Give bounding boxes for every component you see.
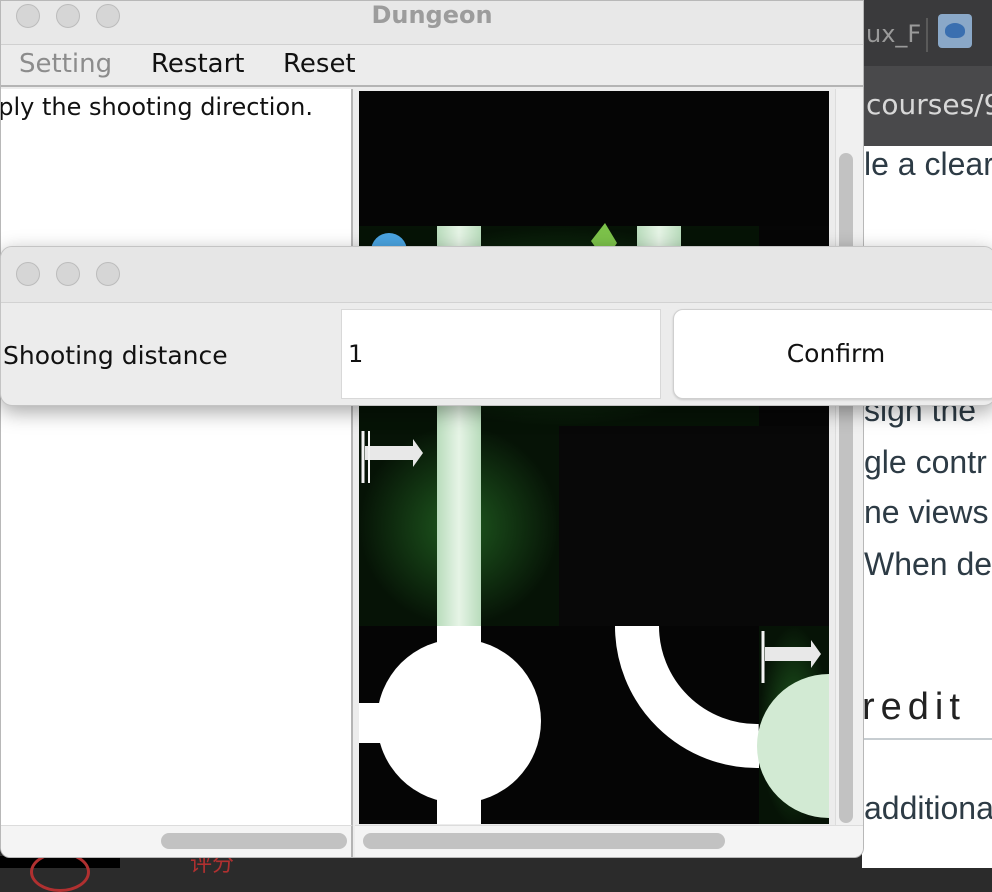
dungeon-map-graphic (359, 91, 829, 824)
shooting-distance-dialog: Shooting distance 1 Confirm (0, 246, 992, 406)
dungeon-window: Dungeon Setting Restart Reset nply the s… (0, 0, 864, 858)
browser-tab-label[interactable]: ux_F (866, 20, 921, 48)
zoom-icon[interactable] (96, 262, 120, 286)
page-text-line: additiona (864, 790, 992, 826)
circle-logo-icon (30, 852, 90, 892)
shooting-distance-label: Shooting distance (3, 341, 228, 370)
menu-reset[interactable]: Reset (283, 49, 356, 79)
window-titlebar[interactable]: Dungeon (1, 1, 863, 45)
dungeon-map-pane (355, 89, 863, 825)
browser-url-text[interactable]: courses/9 (866, 88, 992, 121)
shooting-distance-input[interactable]: 1 (341, 309, 661, 399)
heading-rule (862, 738, 992, 740)
map-horizontal-scroll-thumb[interactable] (363, 833, 725, 849)
tab-separator (926, 18, 928, 52)
page-text-line: le a clear (864, 146, 992, 182)
window-title: Dungeon (371, 1, 493, 29)
confirm-button[interactable]: Confirm (673, 309, 992, 399)
page-text-line: When de (864, 546, 992, 582)
close-icon[interactable] (16, 262, 40, 286)
menu-restart[interactable]: Restart (151, 49, 244, 79)
status-scroll-thumb[interactable] (161, 833, 347, 849)
menu-bar: Setting Restart Reset (1, 45, 863, 87)
minimize-icon[interactable] (56, 262, 80, 286)
dialog-titlebar[interactable] (1, 247, 992, 303)
status-text-pane: nply the shooting direction. (1, 89, 353, 825)
menu-setting[interactable]: Setting (19, 49, 112, 79)
page-text-line: ne views (864, 494, 989, 530)
status-text: nply the shooting direction. (1, 93, 313, 121)
dungeon-map (359, 91, 829, 824)
page-heading: redit (862, 686, 966, 728)
page-text-line: gle contr (864, 444, 987, 480)
bird-icon[interactable] (938, 14, 972, 48)
